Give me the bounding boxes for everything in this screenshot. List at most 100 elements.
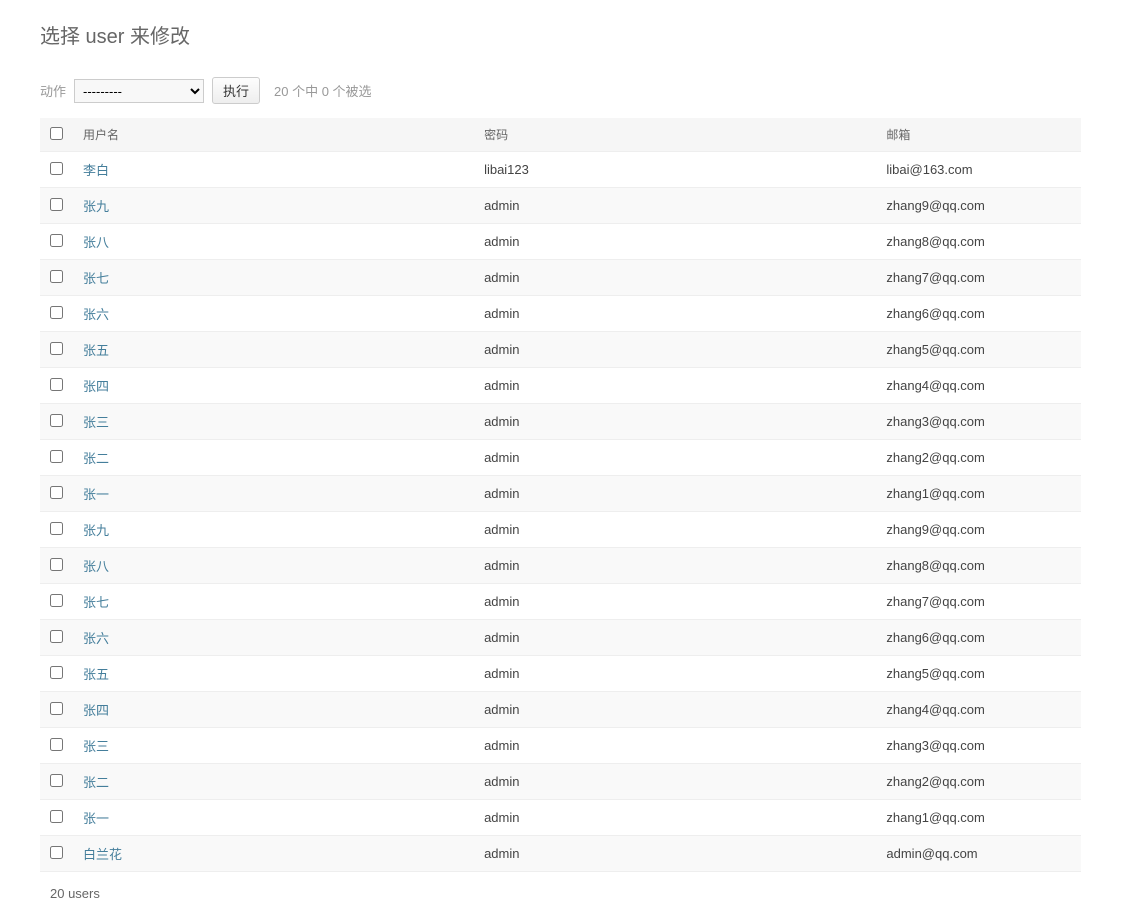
- cell-username: 张四: [73, 692, 474, 728]
- username-link[interactable]: 张四: [83, 703, 109, 718]
- cell-email: zhang7@qq.com: [876, 260, 1081, 296]
- username-link[interactable]: 张七: [83, 595, 109, 610]
- table-row: 张六adminzhang6@qq.com: [40, 620, 1081, 656]
- cell-password: admin: [474, 836, 876, 872]
- row-checkbox-cell: [40, 764, 73, 800]
- row-checkbox[interactable]: [50, 378, 63, 391]
- table-row: 张七adminzhang7@qq.com: [40, 584, 1081, 620]
- table-row: 张五adminzhang5@qq.com: [40, 656, 1081, 692]
- cell-email: zhang3@qq.com: [876, 728, 1081, 764]
- cell-password: admin: [474, 476, 876, 512]
- table-row: 白兰花adminadmin@qq.com: [40, 836, 1081, 872]
- table-row: 张八 adminzhang8@qq.com: [40, 548, 1081, 584]
- row-checkbox[interactable]: [50, 846, 63, 859]
- row-checkbox[interactable]: [50, 486, 63, 499]
- row-checkbox[interactable]: [50, 306, 63, 319]
- cell-username: 张七: [73, 260, 474, 296]
- cell-email: zhang2@qq.com: [876, 764, 1081, 800]
- cell-password: admin: [474, 404, 876, 440]
- header-username[interactable]: 用户名: [73, 118, 474, 152]
- cell-password: admin: [474, 692, 876, 728]
- row-checkbox-cell: [40, 656, 73, 692]
- username-link[interactable]: 张二: [83, 451, 109, 466]
- cell-password: admin: [474, 656, 876, 692]
- username-link[interactable]: 张八: [83, 559, 109, 574]
- cell-username: 张一: [73, 476, 474, 512]
- cell-username: 张三: [73, 404, 474, 440]
- row-checkbox[interactable]: [50, 810, 63, 823]
- row-checkbox[interactable]: [50, 414, 63, 427]
- row-checkbox[interactable]: [50, 666, 63, 679]
- username-link[interactable]: 白兰花: [83, 847, 122, 862]
- cell-password: admin: [474, 728, 876, 764]
- username-link[interactable]: 张五: [83, 667, 109, 682]
- row-checkbox-cell: [40, 728, 73, 764]
- table-row: 张七adminzhang7@qq.com: [40, 260, 1081, 296]
- cell-password: admin: [474, 224, 876, 260]
- username-link[interactable]: 张一: [83, 487, 109, 502]
- row-checkbox[interactable]: [50, 522, 63, 535]
- table-row: 李白libai123libai@163.com: [40, 152, 1081, 188]
- row-checkbox[interactable]: [50, 450, 63, 463]
- row-checkbox[interactable]: [50, 162, 63, 175]
- actions-select[interactable]: ---------: [74, 79, 204, 103]
- cell-password: admin: [474, 548, 876, 584]
- select-all-checkbox[interactable]: [50, 127, 63, 140]
- cell-username: 张九: [73, 512, 474, 548]
- row-checkbox-cell: [40, 260, 73, 296]
- cell-email: zhang1@qq.com: [876, 800, 1081, 836]
- row-checkbox[interactable]: [50, 594, 63, 607]
- cell-email: zhang8@qq.com: [876, 548, 1081, 584]
- cell-username: 张二: [73, 764, 474, 800]
- username-link[interactable]: 张六: [83, 307, 109, 322]
- cell-email: zhang5@qq.com: [876, 332, 1081, 368]
- cell-password: admin: [474, 764, 876, 800]
- actions-label: 动作: [40, 81, 66, 100]
- row-checkbox[interactable]: [50, 738, 63, 751]
- header-email[interactable]: 邮箱: [876, 118, 1081, 152]
- row-checkbox-cell: [40, 368, 73, 404]
- execute-button[interactable]: 执行: [212, 77, 260, 104]
- username-link[interactable]: 张三: [83, 739, 109, 754]
- cell-email: zhang4@qq.com: [876, 368, 1081, 404]
- page-title: 选择 user 来修改: [40, 20, 1081, 49]
- cell-password: libai123: [474, 152, 876, 188]
- username-link[interactable]: 张九: [83, 523, 109, 538]
- cell-email: zhang6@qq.com: [876, 296, 1081, 332]
- cell-username: 张四: [73, 368, 474, 404]
- row-checkbox[interactable]: [50, 234, 63, 247]
- row-checkbox[interactable]: [50, 198, 63, 211]
- username-link[interactable]: 李白: [83, 163, 109, 178]
- row-checkbox-cell: [40, 584, 73, 620]
- username-link[interactable]: 张四: [83, 379, 109, 394]
- cell-username: 张六: [73, 296, 474, 332]
- username-link[interactable]: 张八: [83, 235, 109, 250]
- cell-password: admin: [474, 188, 876, 224]
- row-checkbox[interactable]: [50, 270, 63, 283]
- row-checkbox[interactable]: [50, 630, 63, 643]
- table-row: 张二 adminzhang2@qq.com: [40, 764, 1081, 800]
- table-row: 张九adminzhang9@qq.com: [40, 512, 1081, 548]
- username-link[interactable]: 张一: [83, 811, 109, 826]
- row-checkbox[interactable]: [50, 774, 63, 787]
- username-link[interactable]: 张六: [83, 631, 109, 646]
- row-checkbox-cell: [40, 476, 73, 512]
- username-link[interactable]: 张九: [83, 199, 109, 214]
- cell-email: zhang7@qq.com: [876, 584, 1081, 620]
- row-checkbox[interactable]: [50, 702, 63, 715]
- table-row: 张四adminzhang4@qq.com: [40, 368, 1081, 404]
- username-link[interactable]: 张二: [83, 775, 109, 790]
- username-link[interactable]: 张五: [83, 343, 109, 358]
- cell-username: 张六: [73, 620, 474, 656]
- cell-password: admin: [474, 800, 876, 836]
- cell-password: admin: [474, 296, 876, 332]
- paginator: 20 users: [40, 886, 1081, 901]
- table-row: 张九adminzhang9@qq.com: [40, 188, 1081, 224]
- username-link[interactable]: 张七: [83, 271, 109, 286]
- table-row: 张三adminzhang3@qq.com: [40, 404, 1081, 440]
- header-password[interactable]: 密码: [474, 118, 876, 152]
- user-table: 用户名 密码 邮箱 李白libai123libai@163.com张九admin…: [40, 118, 1081, 872]
- username-link[interactable]: 张三: [83, 415, 109, 430]
- row-checkbox[interactable]: [50, 558, 63, 571]
- row-checkbox[interactable]: [50, 342, 63, 355]
